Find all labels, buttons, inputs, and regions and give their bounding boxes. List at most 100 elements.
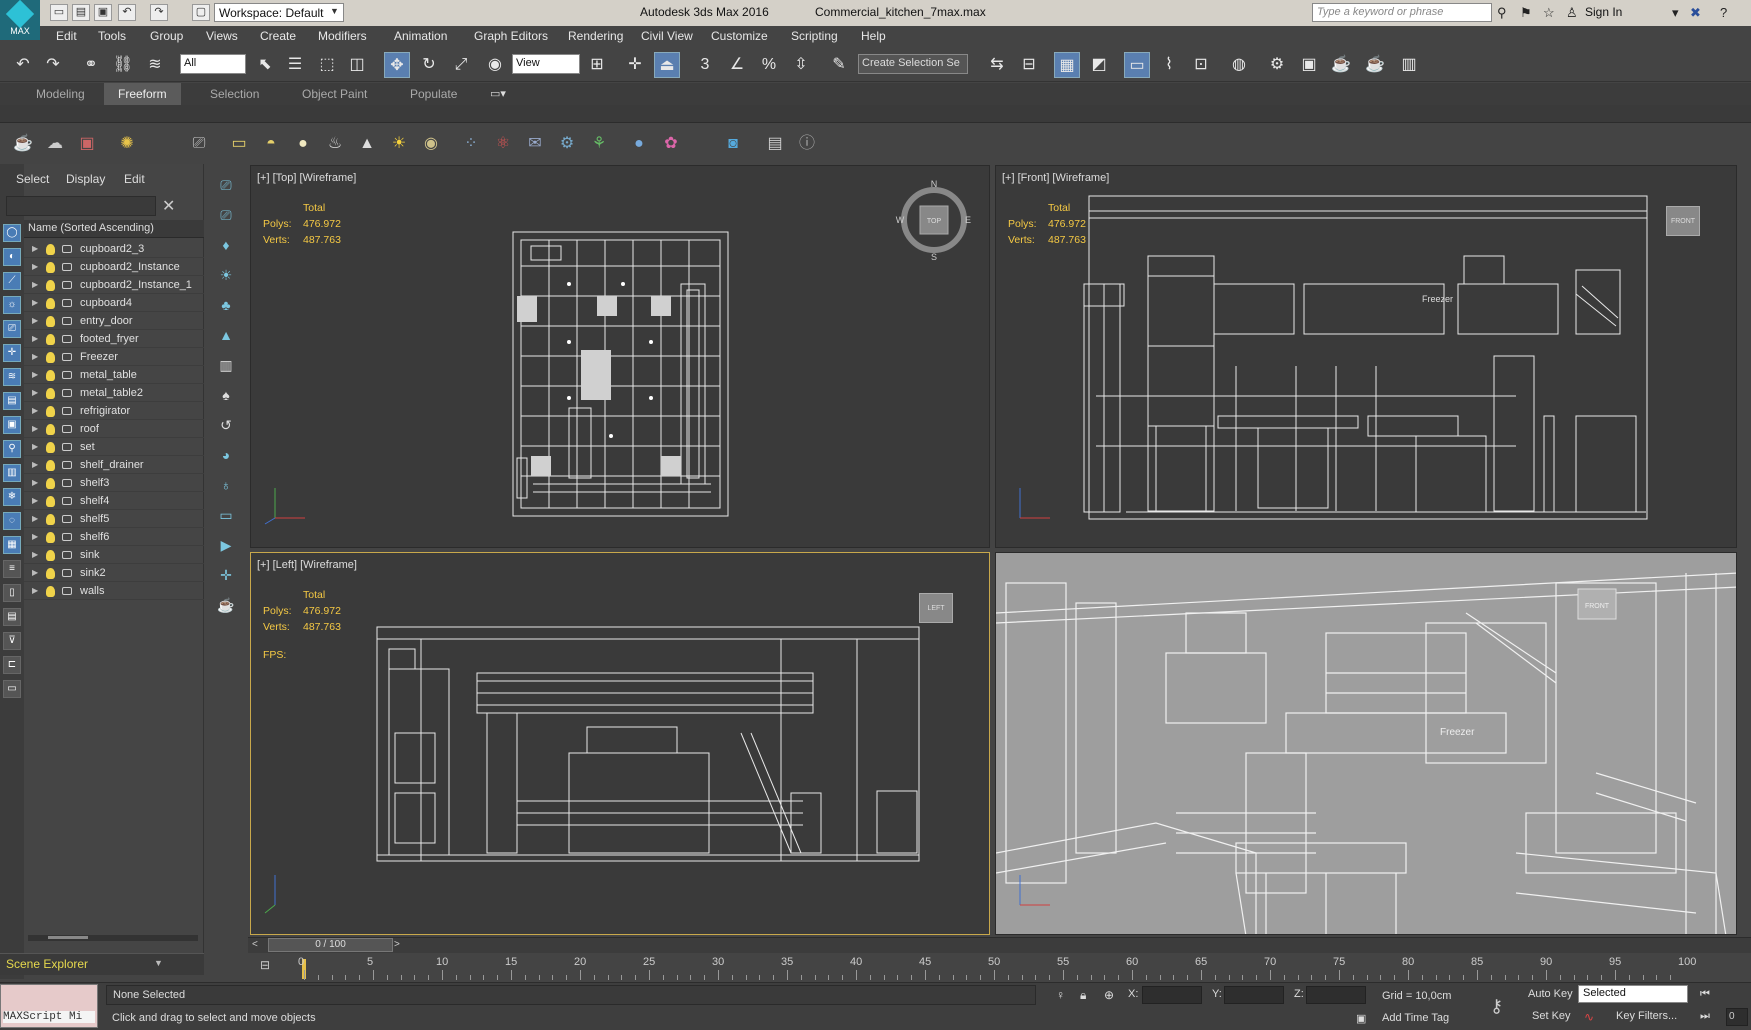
list-item[interactable]: ▶ roof — [24, 420, 204, 438]
expand-arrow-icon[interactable]: ▶ — [32, 366, 38, 384]
list-item[interactable]: ▶ sink — [24, 546, 204, 564]
visibility-icon[interactable] — [62, 335, 72, 343]
tab-freeform[interactable]: Freeform — [104, 83, 181, 105]
key-filters-button[interactable]: Key Filters... — [1616, 1010, 1677, 1022]
physical-camera-icon[interactable]: ⎚ — [215, 204, 237, 226]
key-icon[interactable]: ⚷ — [1490, 996, 1503, 1017]
light-bulb-icon[interactable] — [46, 298, 55, 309]
menu-rendering[interactable]: Rendering — [562, 26, 629, 46]
project-folder-icon[interactable]: ▢ — [192, 4, 210, 21]
light-bulb-icon[interactable] — [46, 262, 55, 273]
selection-filter-dropdown[interactable]: All — [180, 54, 246, 74]
list-item[interactable]: ▶ Freezer — [24, 348, 204, 366]
expand-arrow-icon[interactable]: ▶ — [32, 510, 38, 528]
subscription-icon[interactable]: ⚑ — [1520, 5, 1532, 21]
redo-icon[interactable]: ↷ — [40, 52, 66, 78]
previous-frame-icon[interactable]: < — [252, 939, 258, 950]
light-bulb-icon[interactable] — [46, 316, 55, 327]
list-item[interactable]: ▶ cupboard4 — [24, 294, 204, 312]
crosshair-icon[interactable]: ✛ — [215, 564, 237, 586]
undo-icon[interactable]: ↶ — [10, 52, 36, 78]
display-groups-icon[interactable]: ▤ — [3, 392, 21, 410]
list-item[interactable]: ▶ metal_table — [24, 366, 204, 384]
expand-arrow-icon[interactable]: ▶ — [32, 564, 38, 582]
menu-civil-view[interactable]: Civil View — [635, 26, 699, 46]
tab-object-paint[interactable]: Object Paint — [288, 83, 381, 105]
light-bulb-icon[interactable] — [46, 532, 55, 543]
next-frame-icon[interactable]: > — [394, 939, 400, 950]
visibility-icon[interactable] — [62, 371, 72, 379]
link-icon[interactable]: ⚭ — [78, 52, 104, 78]
display-lights-icon[interactable]: ☼ — [3, 296, 21, 314]
expand-arrow-icon[interactable]: ▶ — [32, 582, 38, 600]
display-spacewarps-icon[interactable]: ≋ — [3, 368, 21, 386]
search-input[interactable]: Type a keyword or phrase — [1312, 3, 1492, 22]
sign-in-link[interactable]: Sign In — [1585, 5, 1622, 19]
curve-editor-icon[interactable]: ⌇ — [1156, 52, 1182, 78]
select-and-place-icon[interactable]: ◉ — [482, 52, 508, 78]
display-frozen-icon[interactable]: ❄ — [3, 488, 21, 506]
visibility-icon[interactable] — [62, 407, 72, 415]
keyboard-shortcut-override-icon[interactable]: ⏏ — [654, 52, 680, 78]
display-shapes-icon[interactable]: ⟋ — [3, 272, 21, 290]
select-by-name-icon[interactable]: ☰ — [282, 52, 308, 78]
list-item[interactable]: ▶ shelf3 — [24, 474, 204, 492]
time-slider[interactable]: 0 / 100 — [268, 938, 393, 952]
menu-create[interactable]: Create — [254, 26, 302, 46]
pivot-center-icon[interactable]: ⊞ — [584, 52, 610, 78]
light-bulb-icon[interactable] — [46, 568, 55, 579]
exchange-icon[interactable]: ✖ — [1690, 5, 1701, 21]
close-icon[interactable]: ✕ — [162, 196, 175, 216]
menu-group[interactable]: Group — [144, 26, 189, 46]
light-bulb-icon[interactable] — [46, 496, 55, 507]
chevron-down-icon[interactable]: ▾ — [1672, 5, 1679, 21]
select-object-icon[interactable]: ⬉ — [252, 52, 278, 78]
visibility-icon[interactable] — [62, 245, 72, 253]
angle-snap-icon[interactable]: ∠ — [724, 52, 750, 78]
viewport-front[interactable]: [+] [Front] [Wireframe] Total Polys: 476.… — [995, 165, 1737, 548]
list-item[interactable]: ▶ cupboard2_3 — [24, 240, 204, 258]
menu-help[interactable]: Help — [855, 26, 892, 46]
expand-arrow-icon[interactable]: ▶ — [32, 546, 38, 564]
light-bulb-icon[interactable] — [46, 334, 55, 345]
chevron-down-icon[interactable]: ▼ — [154, 958, 163, 968]
save-file-icon[interactable]: ▣ — [94, 4, 112, 21]
teapot-icon[interactable]: ☕ — [215, 594, 237, 616]
render-production-icon[interactable]: ☕ — [1328, 52, 1354, 78]
display-xrefs-icon[interactable]: ▣ — [3, 416, 21, 434]
expand-arrow-icon[interactable]: ▶ — [32, 438, 38, 456]
menu-tools[interactable]: Tools — [92, 26, 132, 46]
light-bulb-icon[interactable] — [46, 424, 55, 435]
menu-customize[interactable]: Customize — [705, 26, 774, 46]
select-manipulate-icon[interactable]: ✛ — [622, 52, 648, 78]
list-item[interactable]: ▶ shelf_drainer — [24, 456, 204, 474]
plane-primitive-icon[interactable]: ▭ — [228, 133, 250, 155]
light-bulb-icon[interactable] — [46, 388, 55, 399]
document-icon[interactable]: ▯ — [3, 584, 21, 602]
current-frame-field[interactable]: 0 — [1726, 1008, 1748, 1026]
percent-snap-icon[interactable]: % — [756, 52, 782, 78]
select-and-rotate-icon[interactable]: ↻ — [416, 52, 442, 78]
rotate-icon[interactable]: ↺ — [215, 414, 237, 436]
curve-icon[interactable]: ∿ — [1584, 1010, 1594, 1024]
visibility-icon[interactable] — [62, 515, 72, 523]
display-cameras-icon[interactable]: ⎚ — [3, 320, 21, 338]
visibility-icon[interactable] — [62, 389, 72, 397]
expand-arrow-icon[interactable]: ▶ — [32, 348, 38, 366]
visibility-icon[interactable] — [62, 281, 72, 289]
lamp-icon[interactable]: ♨ — [324, 133, 346, 155]
display-hidden-icon[interactable]: ◌ — [3, 512, 21, 530]
go-to-end-icon[interactable]: ⏭ — [1700, 1010, 1710, 1023]
teapot-icon[interactable]: ☕ — [12, 133, 34, 155]
expand-arrow-icon[interactable]: ▶ — [32, 492, 38, 510]
list-item[interactable]: ▶ shelf5 — [24, 510, 204, 528]
particles-icon[interactable]: ⁘ — [460, 133, 482, 155]
light-bulb-icon[interactable] — [46, 478, 55, 489]
visibility-icon[interactable] — [62, 299, 72, 307]
column-header-name[interactable]: Name (Sorted Ascending) — [24, 220, 204, 238]
undo-icon[interactable]: ↶ — [118, 4, 136, 21]
window-crossing-icon[interactable]: ◫ — [344, 52, 370, 78]
envelope-icon[interactable]: ✉ — [524, 133, 546, 155]
material-palette-icon[interactable]: ✿ — [660, 133, 682, 155]
isolate-icon[interactable]: ♀ — [1056, 988, 1065, 1002]
